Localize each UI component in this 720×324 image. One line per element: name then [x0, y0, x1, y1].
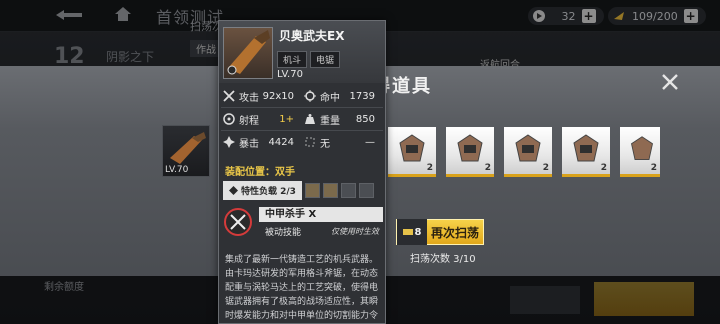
material-icon: [573, 134, 599, 162]
sweep-ticket: 8: [397, 219, 427, 245]
weapon-header: 贝奥武夫EX 机斗 电锯 LV.70: [219, 21, 385, 83]
material-icon: [399, 134, 425, 162]
reward-qty: 2: [484, 163, 491, 173]
weapon-image: [223, 27, 273, 79]
reward-item[interactable]: 2: [388, 127, 436, 177]
trait-slot[interactable]: [322, 182, 338, 198]
accuracy-icon: [304, 90, 316, 102]
reward-qty: 2: [426, 163, 433, 173]
skill-type: 被动技能: [265, 228, 302, 238]
weapon-tooltip: 贝奥武夫EX 机斗 电锯 LV.70 攻击 92x10 命中 1739 射程 1…: [218, 20, 386, 324]
diamond-icon: [229, 185, 238, 195]
weapon-tag: 电锯: [310, 51, 341, 68]
reward-qty: 2: [542, 163, 549, 173]
stat-attack: 攻击 92x10: [221, 87, 302, 105]
stat-range: 射程 1+: [221, 110, 302, 128]
skill-note: 仅使用时生效: [331, 227, 379, 236]
weapon-stats: 攻击 92x10 命中 1739 射程 1+ 重量 850 暴击 4424 无 …: [221, 87, 383, 151]
weight-icon: [305, 114, 315, 124]
material-icon: [631, 136, 653, 160]
resweep-button[interactable]: 8 再次扫荡: [396, 219, 484, 245]
none-icon: [305, 137, 315, 147]
chainsaw-icon: [170, 132, 206, 164]
stat-none: 无 —: [302, 133, 383, 151]
reward-item-weapon[interactable]: LV.70: [162, 125, 210, 177]
skill-block: 中甲杀手 X 被动技能 仅使用时生效: [223, 207, 383, 241]
skill-name: 中甲杀手 X: [259, 207, 383, 222]
reward-item[interactable]: 2: [504, 127, 552, 177]
material-icon: [457, 134, 483, 162]
reward-item[interactable]: 2: [446, 127, 494, 177]
mount-position: 装配位置：双手: [225, 167, 295, 178]
resweep-label: 再次扫荡: [430, 225, 479, 240]
stat-accuracy: 命中 1739: [302, 87, 383, 105]
trait-load-label: 特性负载 2/3: [223, 180, 302, 200]
trait-slot[interactable]: [340, 182, 356, 198]
trait-slot[interactable]: [358, 182, 374, 198]
stat-weight: 重量 850: [302, 110, 383, 128]
weapon-description: 集成了最新一代铸造工艺的机兵武器。由卡玛达研发的军用格斗斧锯，在动态配重与涡轮马…: [225, 255, 379, 321]
weapon-tags: 机斗 电锯: [277, 51, 341, 68]
ticket-count: 8: [414, 226, 422, 238]
reward-item[interactable]: 2: [620, 127, 660, 177]
trait-load: 特性负载 2/3: [223, 179, 374, 201]
attack-icon: [223, 90, 235, 102]
sweep-count: 扫荡次数 3/10: [410, 254, 476, 265]
material-icon: [515, 134, 541, 162]
reward-weapon-level: LV.70: [165, 165, 189, 175]
weapon-tag: 机斗: [277, 51, 308, 68]
weapon-name: 贝奥武夫EX: [279, 29, 345, 43]
weapon-level: LV.70: [277, 69, 303, 80]
stat-crit: 暴击 4424: [221, 133, 302, 151]
reward-qty: 2: [600, 163, 607, 173]
reward-item[interactable]: 2: [562, 127, 610, 177]
skill-icon: [224, 208, 252, 236]
range-icon: [223, 113, 235, 125]
ticket-icon: [402, 229, 413, 235]
trait-slot[interactable]: [304, 182, 320, 198]
reward-qty: 2: [650, 163, 657, 173]
crit-icon: [223, 136, 235, 148]
game-screen: 首领测试 扫荡次数 10/10 32 + 109/200 + 12 阴影之下 作…: [0, 0, 720, 324]
chainsaw-icon: [227, 30, 270, 75]
close-icon[interactable]: [660, 72, 680, 92]
